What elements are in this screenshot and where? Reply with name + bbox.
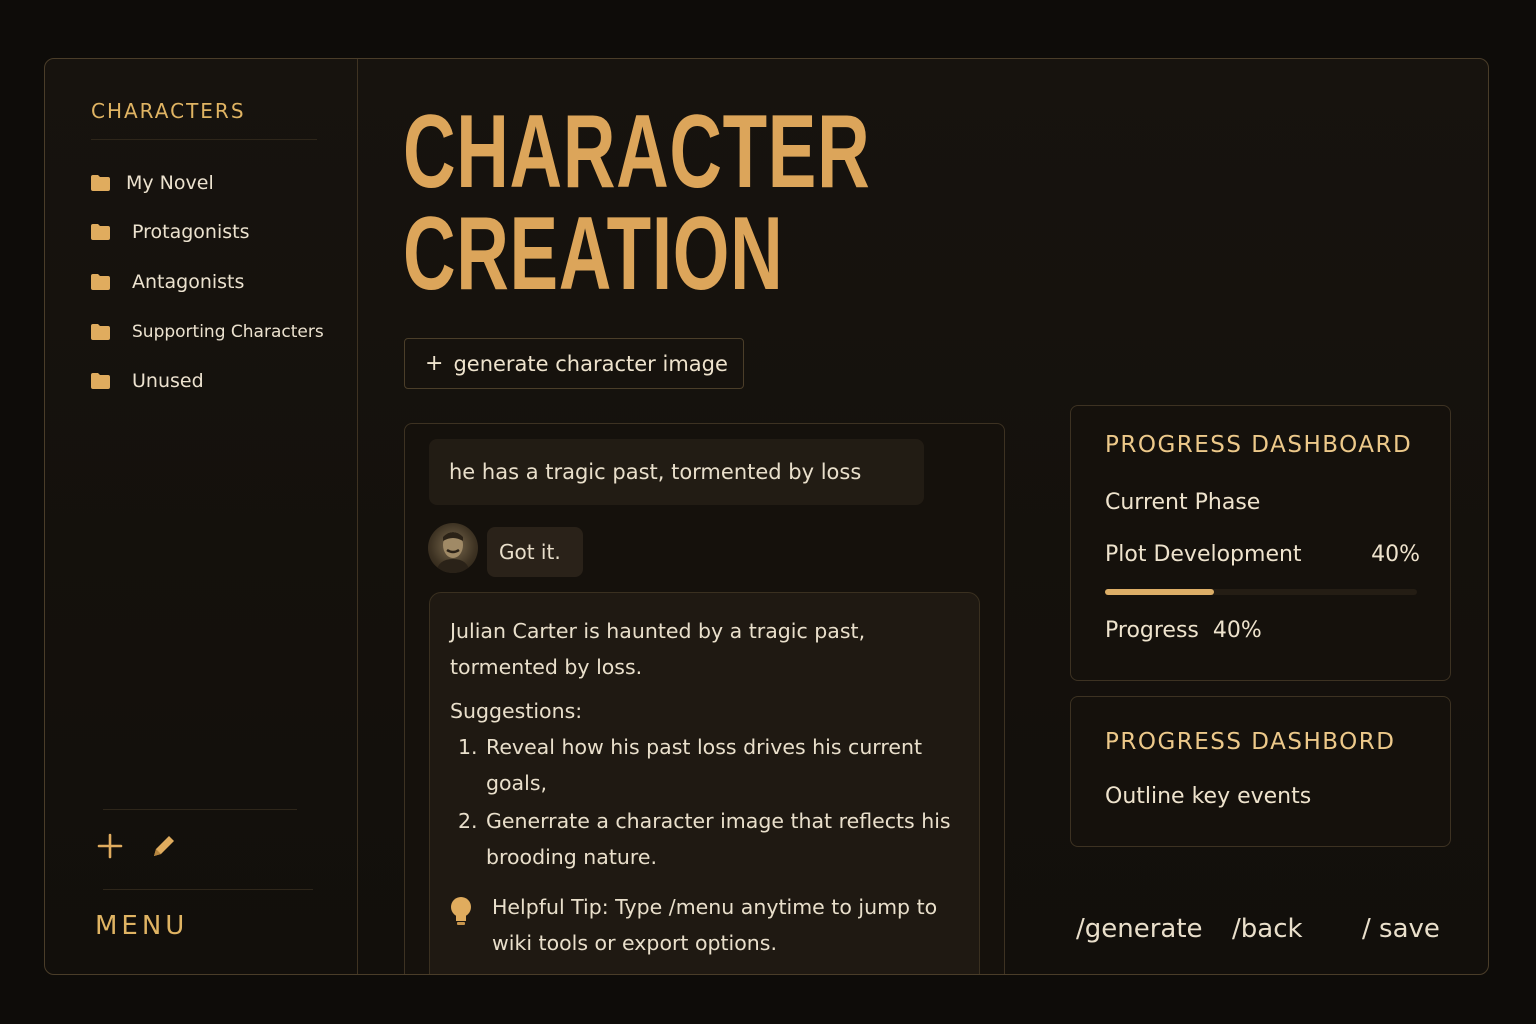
folder-icon <box>91 324 110 340</box>
sidebar-item-label: Protagonists <box>132 221 250 243</box>
sidebar: CHARACTERS My Novel Protagonists Antagon… <box>45 59 358 974</box>
suggestions-list: 1. Reveal how his past loss drives his c… <box>458 729 959 875</box>
sidebar-actions <box>95 831 179 861</box>
progress-dashboard-card: PROGRESS DASHBOARD Current Phase Plot De… <box>1070 405 1451 681</box>
sidebar-item-label: Antagonists <box>132 271 245 293</box>
sidebar-item-supporting-characters[interactable]: Supporting Characters <box>91 317 324 347</box>
avatar <box>428 523 478 573</box>
user-message: he has a tragic past, tormented by loss <box>429 439 924 505</box>
progress-text: Progress 40% <box>1105 618 1262 643</box>
divider <box>103 809 297 810</box>
sidebar-item-antagonists[interactable]: Antagonists <box>91 267 244 297</box>
folder-icon <box>91 373 110 389</box>
save-command[interactable]: / save <box>1362 914 1440 944</box>
plus-icon: + <box>425 351 444 376</box>
sidebar-item-label: Unused <box>132 370 204 392</box>
sidebar-item-unused[interactable]: Unused <box>91 366 204 396</box>
menu-button[interactable]: MENU <box>95 911 188 941</box>
folder-icon <box>91 224 110 240</box>
divider <box>103 889 313 890</box>
sidebar-item-label: My Novel <box>126 172 214 194</box>
divider <box>91 139 317 140</box>
bot-message: Julian Carter is haunted by a tragic pas… <box>429 592 980 974</box>
list-number: 1. <box>458 735 478 759</box>
generate-character-image-button[interactable]: + generate character image <box>404 338 744 389</box>
title-line: CHARACTER <box>403 94 871 210</box>
sidebar-item-label: Supporting Characters <box>132 322 324 342</box>
list-number: 2. <box>458 809 478 833</box>
current-phase-label: Current Phase <box>1105 490 1261 515</box>
lightbulb-icon <box>450 889 476 961</box>
outline-item: Outline key events <box>1105 784 1312 809</box>
card-title: PROGRESS DASHBOARD <box>1105 432 1413 458</box>
page-title: CHARACTER CREATION <box>403 94 871 312</box>
app-window: CHARACTERS My Novel Protagonists Antagon… <box>44 58 1489 975</box>
phase-name: Plot Development <box>1105 542 1302 567</box>
generate-command[interactable]: /generate <box>1076 914 1203 944</box>
card-title: PROGRESS DASHBORD <box>1105 729 1396 755</box>
pencil-icon[interactable] <box>149 831 179 861</box>
helpful-tip: Helpful Tip: Type /menu anytime to jump … <box>450 889 959 961</box>
bot-intro: Julian Carter is haunted by a tragic pas… <box>450 619 866 679</box>
phase-percent: 40% <box>1371 542 1420 567</box>
sidebar-item-protagonists[interactable]: Protagonists <box>91 217 250 247</box>
bot-message-short: Got it. <box>487 527 583 577</box>
button-label: generate character image <box>453 351 728 376</box>
progress-bar <box>1105 589 1417 595</box>
chat-panel: he has a tragic past, tormented by loss … <box>404 423 1005 974</box>
back-command[interactable]: /back <box>1232 914 1303 944</box>
plus-icon[interactable] <box>95 831 125 861</box>
suggestions-heading: Suggestions: <box>450 699 583 723</box>
list-text: Reveal how his past loss drives his curr… <box>486 735 922 795</box>
folder-icon <box>91 175 110 191</box>
tip-text: Helpful Tip: Type /menu anytime to jump … <box>492 895 938 955</box>
sidebar-title: CHARACTERS <box>91 99 246 123</box>
folder-icon <box>91 274 110 290</box>
progress-bar-fill <box>1105 589 1215 595</box>
sidebar-item-my-novel[interactable]: My Novel <box>91 168 214 198</box>
list-item: 2. Generrate a character image that refl… <box>458 803 959 875</box>
progress-dashboard-card-2: PROGRESS DASHBORD Outline key events <box>1070 696 1451 847</box>
list-text: Generrate a character image that reflect… <box>486 809 951 869</box>
list-item: 1. Reveal how his past loss drives his c… <box>458 729 959 801</box>
title-line: CREATION <box>403 196 784 312</box>
